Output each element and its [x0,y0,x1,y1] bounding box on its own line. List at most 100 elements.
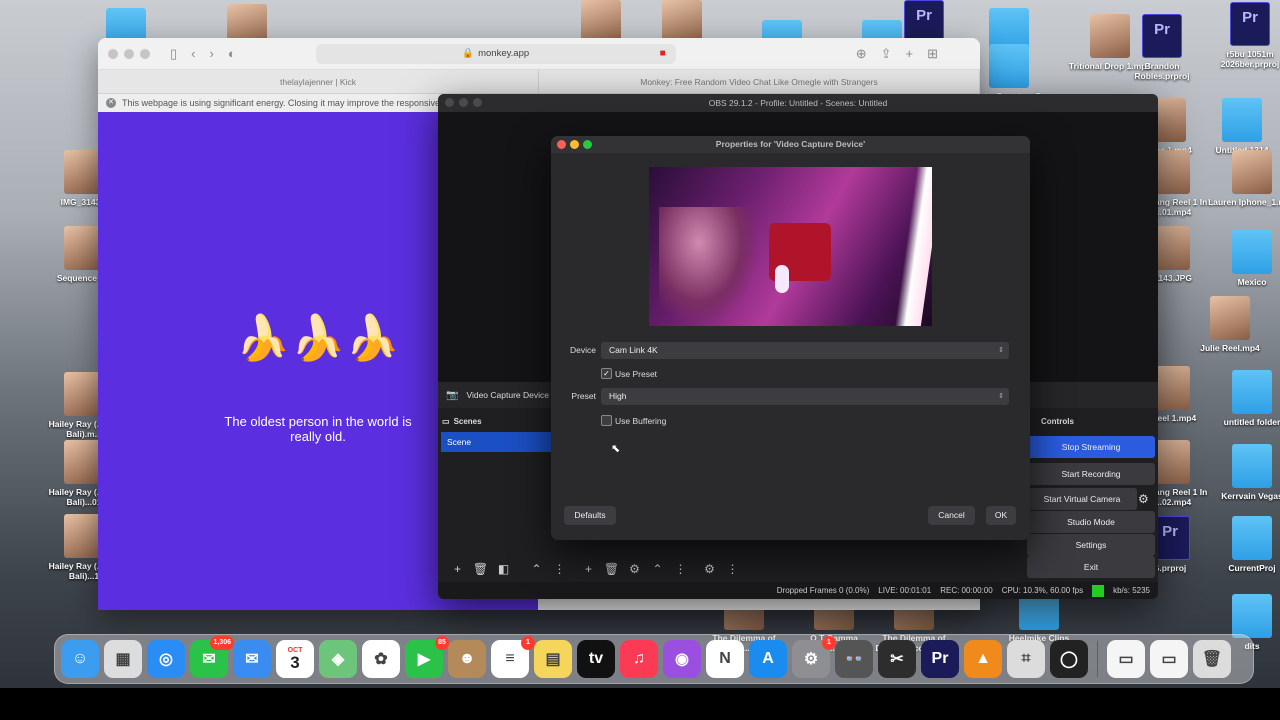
start-virtual-camera-button[interactable]: Start Virtual Camera [1027,488,1137,510]
dock-app-vlc[interactable]: ▲ [964,640,1002,678]
back-icon[interactable]: ‹ [191,46,195,61]
remove-scene-icon[interactable]: 🗑 [469,562,492,576]
chevron-updown-icon: ⇕ [998,393,1004,400]
photos-icon: ✿ [374,651,388,668]
ok-button[interactable]: OK [986,506,1016,525]
dialog-min-light[interactable] [570,140,579,149]
sidebar-icon[interactable]: ▯ [170,46,177,62]
desktop-icon[interactable]: Untitled 1314 [1198,98,1280,155]
dialog-zoom-light[interactable] [583,140,592,149]
obs-title-bar: OBS 29.1.2 - Profile: Untitled - Scenes:… [438,94,1158,112]
mixer-more-icon[interactable]: ⋮ [721,562,744,576]
new-tab-icon[interactable]: + [906,46,914,61]
camera-icon: 📷 [446,389,459,401]
dock-app-finder[interactable]: ☺ [61,640,99,678]
dock-app-podcasts[interactable]: ◉ [663,640,701,678]
dock-app-app-store[interactable]: A [749,640,787,678]
dock-app-reminders[interactable]: ≡ 1 [491,636,535,678]
desktop-icon[interactable]: Pr r5bu 1051m 2026ber.prproj [1206,2,1280,69]
desktop-icon[interactable]: Lauren Iphone_1.mp4 [1208,150,1280,207]
dialog-close-light[interactable] [557,140,566,149]
device-select[interactable]: Cam Link 4K ⇕ [601,342,1009,359]
gear-icon[interactable]: ⚙ [1138,492,1149,506]
dock-app-facetime[interactable]: ▶ 85 [405,636,449,678]
dock-app-trash[interactable]: 🗑 [1193,640,1231,678]
studio-mode-button[interactable]: Studio Mode [1027,511,1155,533]
dock-app-screenshot[interactable]: ⌗ [1007,640,1045,678]
mixer-settings-icon[interactable]: ⚙ [698,562,721,576]
share-icon[interactable]: ⇪ [881,46,892,62]
notification-badge: 85 [435,636,449,650]
dock-app-preview[interactable]: 👓 [835,640,873,678]
dock-app-music[interactable]: ♫ [620,640,658,678]
forward-icon[interactable]: › [210,46,214,61]
desktop-icon[interactable]: Pr Brandon Robles.prproj [1118,14,1206,81]
desktop-icon-label: untitled folder [1223,417,1280,427]
obs-min-light[interactable] [459,98,468,107]
start-recording-button[interactable]: Start Recording [1027,463,1155,485]
desktop-icon[interactable]: CurrentProj [1208,516,1280,573]
desktop-icon[interactable]: Mexico [1208,230,1280,287]
notification-badge: 1 [521,636,535,650]
tab-monkey[interactable]: Monkey: Free Random Video Chat Like Omeg… [539,70,980,93]
source-up-icon[interactable]: ⌃ [646,562,669,576]
desktop-icon-label: Lauren Iphone_1.mp4 [1208,197,1280,207]
dock-app-final-cut[interactable]: ✂ [878,640,916,678]
source-more-icon[interactable]: ⋮ [669,562,692,576]
zoom-traffic-light[interactable] [140,48,150,59]
cancel-button[interactable]: Cancel [928,506,975,525]
preview-icon: 👓 [844,651,864,668]
dock-app-obs[interactable]: ◯ [1050,640,1088,678]
tab-kick[interactable]: thelaylajenner | Kick [98,70,539,93]
dock-app-messages[interactable]: ✉ 1,306 [190,636,234,678]
remove-source-icon[interactable]: 🗑 [600,562,623,576]
use-preset-checkbox[interactable]: ✓ Use Preset [601,368,657,379]
messages-icon: ✉ [202,651,216,668]
dock-app-preview-file[interactable]: ▭ [1150,640,1188,678]
tab-overview-icon[interactable]: ⊞ [927,46,938,62]
more-icon[interactable]: ⋮ [548,562,571,576]
desktop-icon[interactable]: Julie Reel.mp4 [1186,296,1274,353]
dock-app-maps[interactable]: ◈ [319,640,357,678]
preview-light-strip [894,167,932,326]
dock-app-photos[interactable]: ✿ [362,640,400,678]
dock-app-contacts[interactable]: ☻ [448,640,486,678]
mail-icon: ✉ [245,651,259,668]
desktop-icon[interactable]: Kerrvain Vegas [1208,444,1280,501]
preset-select[interactable]: High ⇕ [601,388,1009,405]
obs-close-light[interactable] [445,98,454,107]
filter-icon[interactable]: ◧ [492,562,515,576]
stop-streaming-button[interactable]: Stop Streaming [1027,436,1155,458]
close-traffic-light[interactable] [108,48,118,59]
dock-toolbar: + 🗑 ◧ ⌃ ⋮ + 🗑 ⚙ ⌃ ⋮ ⚙ ⋮ [438,556,1158,582]
address-bar[interactable]: 🔒 monkey.app ■ [315,43,676,64]
desktop-icon-label: CurrentProj [1228,563,1276,573]
close-banner-icon[interactable]: ✕ [106,98,116,108]
defaults-button[interactable]: Defaults [564,506,616,525]
desktop-icon[interactable]: untitled folder [1208,370,1280,427]
maps-icon: ◈ [331,651,345,668]
obs-icon: ◯ [1060,651,1078,668]
contacts-icon: ☻ [458,650,476,667]
move-up-icon[interactable]: ⌃ [525,562,548,576]
use-buffering-checkbox[interactable]: Use Buffering [601,415,666,426]
dock-app-safari[interactable]: ◎ [147,640,185,678]
dock-app-document[interactable]: ▭ [1107,640,1145,678]
minimize-traffic-light[interactable] [124,48,134,59]
settings-button[interactable]: Settings [1027,534,1155,556]
privacy-shield-icon[interactable]: ◐ [228,46,236,61]
add-scene-icon[interactable]: + [446,562,469,576]
source-settings-icon[interactable]: ⚙ [623,562,646,576]
dock-app-tv[interactable]: tv [577,640,615,678]
add-source-icon[interactable]: + [577,562,600,576]
dock-app-notes[interactable]: ▤ [534,640,572,678]
dock-app-system-settings[interactable]: ⚙ 1 [792,636,836,678]
dock-app-calendar[interactable]: OCT 3 [276,640,314,678]
dock-app-launchpad[interactable]: ▦ [104,640,142,678]
obs-zoom-light[interactable] [473,98,482,107]
scene-item[interactable]: Scene [441,432,551,452]
dock-app-premiere-pro[interactable]: Pr [921,640,959,678]
dock-app-news[interactable]: N [706,640,744,678]
dock-app-mail[interactable]: ✉ [233,640,271,678]
download-icon[interactable]: ⊕ [856,46,867,62]
